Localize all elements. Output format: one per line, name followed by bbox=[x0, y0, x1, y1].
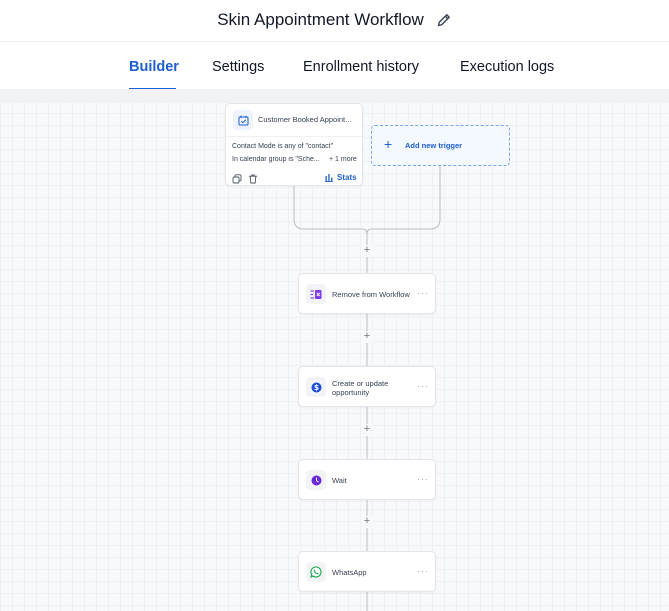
action-card-remove-from-workflow[interactable]: Remove from Workflow ··· bbox=[298, 273, 436, 314]
action-label: Remove from Workflow bbox=[332, 290, 410, 299]
stats-label: Stats bbox=[337, 173, 357, 182]
action-label-line2: opportunity bbox=[332, 388, 370, 397]
add-step-button[interactable]: + bbox=[361, 516, 373, 528]
action-label-line1: Create or update bbox=[332, 379, 389, 388]
trigger-footer: Stats bbox=[226, 171, 362, 186]
more-options-icon[interactable]: ··· bbox=[417, 288, 429, 298]
add-step-button[interactable]: + bbox=[361, 331, 373, 343]
stats-button[interactable]: Stats bbox=[324, 173, 357, 182]
add-trigger-button[interactable]: + Add new trigger bbox=[371, 125, 510, 166]
dollar-icon: $ bbox=[306, 377, 326, 397]
more-options-icon[interactable]: ··· bbox=[417, 381, 429, 391]
action-label: Wait bbox=[332, 476, 347, 485]
whatsapp-icon bbox=[306, 562, 326, 582]
action-card-wait[interactable]: Wait ··· bbox=[298, 459, 436, 500]
action-card-create-update-opportunity[interactable]: $ Create or update opportunity ··· bbox=[298, 366, 436, 407]
svg-text:$: $ bbox=[313, 383, 318, 392]
calendar-check-icon bbox=[233, 110, 253, 130]
copy-icon[interactable] bbox=[232, 174, 242, 184]
more-options-icon[interactable]: ··· bbox=[417, 474, 429, 484]
plus-icon: + bbox=[384, 136, 393, 152]
bar-chart-icon bbox=[325, 174, 333, 182]
trigger-header: Customer Booked Appoint... bbox=[226, 104, 362, 137]
trigger-card[interactable]: Customer Booked Appoint... Contact Mode … bbox=[225, 103, 363, 186]
add-trigger-label: Add new trigger bbox=[405, 141, 463, 150]
more-filters-link[interactable]: + 1 more bbox=[329, 156, 357, 163]
action-card-whatsapp[interactable]: WhatsApp ··· bbox=[298, 551, 436, 592]
trash-icon[interactable] bbox=[248, 174, 258, 184]
clock-icon bbox=[306, 470, 326, 490]
trigger-name: Customer Booked Appoint... bbox=[258, 115, 352, 124]
remove-workflow-icon bbox=[306, 284, 326, 304]
add-step-button[interactable]: + bbox=[361, 424, 373, 436]
trigger-filter: Contact Mode is any of "contact" bbox=[232, 143, 334, 150]
trigger-filter: In calendar group is "Sche... bbox=[232, 156, 320, 163]
action-label: WhatsApp bbox=[332, 568, 367, 577]
add-step-button[interactable]: + bbox=[361, 245, 373, 257]
more-options-icon[interactable]: ··· bbox=[417, 566, 429, 576]
